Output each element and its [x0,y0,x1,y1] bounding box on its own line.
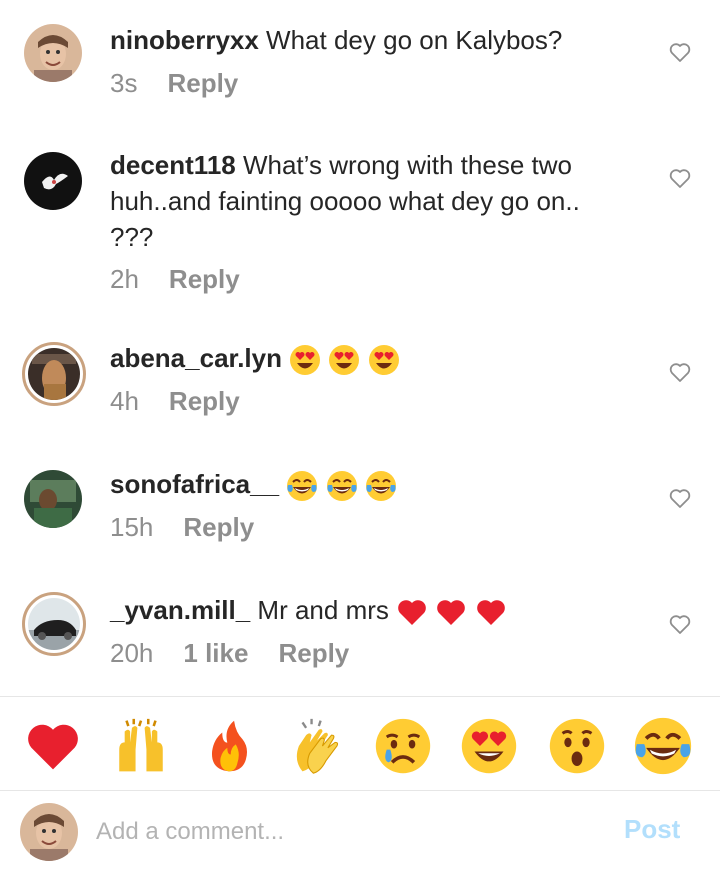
avatar[interactable] [24,152,82,210]
react-sad-relieved-face-icon[interactable] [372,715,434,777]
comment-time: 4h [110,386,139,416]
heart-eyes-face-icon [290,345,321,376]
comment-username[interactable]: decent118 [110,150,236,180]
like-count[interactable]: 1 like [183,638,248,669]
tears-of-joy-face-icon [365,471,396,502]
avatar[interactable] [22,342,86,406]
reply-button[interactable]: Reply [167,68,238,99]
comment-emojis [289,343,399,376]
like-heart-icon[interactable] [668,166,692,190]
react-red-heart-icon[interactable] [22,715,84,777]
react-tears-of-joy-face-icon[interactable] [632,715,694,777]
react-heart-eyes-face-icon[interactable] [458,715,520,777]
avatar[interactable] [24,24,82,82]
red-heart-icon [476,600,505,626]
reply-button[interactable]: Reply [183,512,254,543]
react-astonished-face-icon[interactable] [546,715,608,777]
composer-avatar [20,803,78,861]
comment-message: What dey go on Kalybos? [258,25,563,55]
comment-text: sonofafrica__ [110,466,630,502]
comment-text: abena_car.lyn [110,340,630,376]
avatar[interactable] [22,592,86,656]
comment-emojis [286,469,396,502]
red-heart-icon [398,600,426,626]
comment-text: decent118 What’s wrong with these two hu… [110,147,630,255]
comment-meta: 3s Reply [110,68,268,99]
like-heart-icon[interactable] [668,40,692,64]
comment-time: 20h [110,638,154,668]
divider [0,696,720,697]
comment-message: Mr and mrs [250,595,389,625]
comment-meta: 2h Reply [110,264,270,295]
comment-input[interactable] [96,812,576,852]
like-heart-icon[interactable] [668,486,692,510]
react-clapping-hands-icon[interactable] [286,715,348,777]
tears-of-joy-face-icon [326,471,357,502]
comment-text: ninoberryxx What dey go on Kalybos? [110,22,630,58]
avatar[interactable] [24,470,82,528]
reply-button[interactable]: Reply [169,264,240,295]
comment-username[interactable]: sonofafrica__ [110,469,279,499]
like-heart-icon[interactable] [668,612,692,636]
quick-reaction-bar [0,715,720,779]
reply-button[interactable]: Reply [278,638,349,669]
comment-meta: 15h Reply [110,512,284,543]
comment-username[interactable]: abena_car.lyn [110,343,282,373]
comment-meta: 20h 1 like Reply [110,638,379,669]
comment-time: 3s [110,68,138,98]
post-button[interactable]: Post [624,814,680,845]
heart-eyes-face-icon [368,345,399,376]
reply-button[interactable]: Reply [169,386,240,417]
red-heart-icon [437,600,466,626]
comment-time: 15h [110,512,154,542]
comment-emojis [389,595,507,626]
react-fire-icon[interactable] [198,715,260,777]
comment-meta: 4h Reply [110,386,270,417]
tears-of-joy-face-icon [287,471,318,502]
heart-eyes-face-icon [329,345,360,376]
like-heart-icon[interactable] [668,360,692,384]
comment-username[interactable]: _yvan.mill_ [110,595,250,625]
react-raising-hands-icon[interactable] [110,715,172,777]
comment-time: 2h [110,264,139,294]
divider [0,790,720,791]
comment-text: _yvan.mill_ Mr and mrs [110,592,630,628]
comment-username[interactable]: ninoberryxx [110,25,259,55]
